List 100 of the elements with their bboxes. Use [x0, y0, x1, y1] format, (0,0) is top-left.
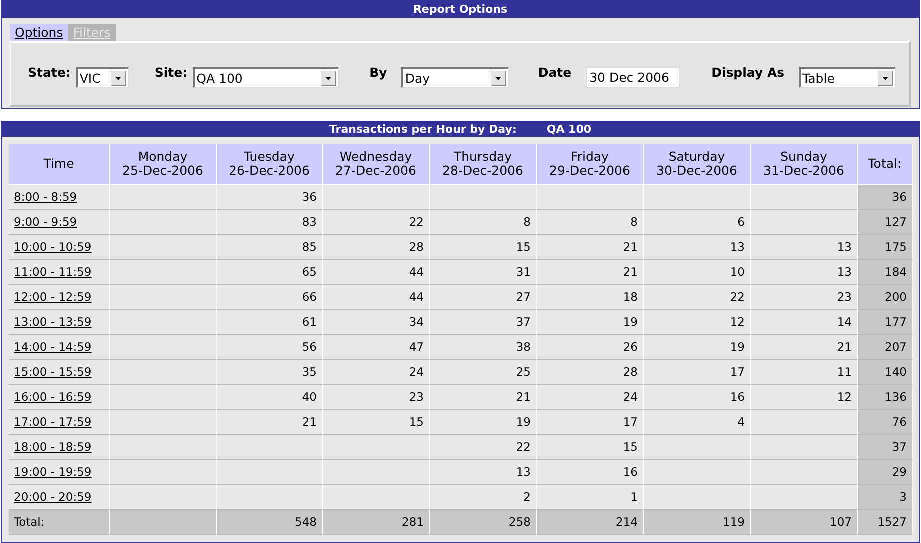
- table-cell: 36: [217, 185, 323, 210]
- table-cell: 17: [644, 360, 751, 385]
- table-cell: 23: [751, 285, 858, 310]
- table-cell: 28: [537, 360, 644, 385]
- table-cell: 13: [644, 235, 751, 260]
- dropdown-arrow-icon: [110, 70, 126, 86]
- time-link[interactable]: 16:00 - 16:59: [14, 390, 92, 404]
- row-total: 207: [858, 335, 913, 360]
- table-cell: 6: [644, 210, 751, 235]
- table-cell: 214: [537, 510, 644, 535]
- tab[interactable]: Options: [10, 24, 68, 41]
- time-link[interactable]: 15:00 - 15:59: [14, 365, 92, 379]
- row-total: 127: [858, 210, 913, 235]
- table-cell: 34: [323, 310, 430, 335]
- table-cell: 44: [323, 260, 430, 285]
- table-cell: 281: [323, 510, 430, 535]
- time-link[interactable]: 13:00 - 13:59: [14, 315, 92, 329]
- table-cell: 24: [323, 360, 430, 385]
- table-cell: 12: [751, 385, 858, 410]
- column-header: Friday 29-Dec-2006: [537, 144, 644, 185]
- table-cell: 56: [217, 335, 323, 360]
- row-total: 76: [858, 410, 913, 435]
- time-link[interactable]: 8:00 - 8:59: [14, 190, 78, 204]
- dropdown-arrow-icon: [878, 70, 893, 86]
- table-cell: 18: [537, 285, 644, 310]
- totals-label: Total:: [9, 510, 110, 535]
- table-cell: 21: [537, 235, 644, 260]
- table-cell: 4: [644, 410, 751, 435]
- table-cell: 21: [217, 410, 323, 435]
- row-total: 36: [858, 185, 913, 210]
- field-label: By: [370, 65, 388, 80]
- row-total: 1527: [858, 510, 913, 535]
- table-cell: 23: [323, 385, 430, 410]
- column-header: Thursday 28-Dec-2006: [430, 144, 537, 185]
- table-cell: 8: [430, 210, 537, 235]
- table-cell: 21: [430, 385, 537, 410]
- row-total: 184: [858, 260, 913, 285]
- column-header: Time: [9, 144, 110, 185]
- table-cell: 1: [537, 485, 644, 510]
- dropdown[interactable]: Day: [401, 67, 510, 88]
- table-cell: 21: [537, 260, 644, 285]
- table-cell: 26: [537, 335, 644, 360]
- table-cell: 15: [323, 410, 430, 435]
- time-link[interactable]: 19:00 - 19:59: [14, 465, 92, 479]
- dropdown-arrow-icon: [491, 70, 506, 86]
- dropdown[interactable]: VIC: [76, 67, 129, 88]
- site-name: QA 100: [546, 122, 592, 137]
- table-cell: 22: [430, 435, 537, 460]
- time-link[interactable]: 12:00 - 12:59: [14, 290, 92, 304]
- table-cell: 19: [430, 410, 537, 435]
- table-cell: 548: [217, 510, 323, 535]
- table-cell: 258: [430, 510, 537, 535]
- table-cell: 66: [217, 285, 323, 310]
- row-total: 3: [858, 485, 913, 510]
- table-cell: 38: [430, 335, 537, 360]
- time-link[interactable]: 11:00 - 11:59: [14, 265, 92, 279]
- field-label: Site:: [154, 65, 188, 80]
- field-label: Date: [538, 65, 572, 80]
- table-cell: 21: [751, 335, 858, 360]
- table-cell: 17: [537, 410, 644, 435]
- dropdown-arrow-icon: [320, 70, 336, 86]
- table-cell: 37: [430, 310, 537, 335]
- time-link[interactable]: 9:00 - 9:59: [14, 215, 78, 229]
- table-cell: 40: [217, 385, 323, 410]
- time-link[interactable]: 14:00 - 14:59: [14, 340, 92, 354]
- table-cell: 47: [323, 335, 430, 360]
- row-total: 136: [858, 385, 913, 410]
- table-cell: 61: [217, 310, 323, 335]
- time-link[interactable]: 18:00 - 18:59: [14, 440, 92, 454]
- table-cell: 10: [644, 260, 751, 285]
- dropdown[interactable]: Table: [798, 67, 896, 88]
- table-title: Transactions per Hour by Day:: [329, 122, 517, 137]
- field-label: Display As: [712, 65, 785, 80]
- row-total: 177: [858, 310, 913, 335]
- column-header: Sunday 31-Dec-2006: [751, 144, 858, 185]
- time-link[interactable]: 17:00 - 17:59: [14, 415, 92, 429]
- table-cell: 13: [751, 260, 858, 285]
- table-cell: 15: [537, 435, 644, 460]
- table-cell: 19: [537, 310, 644, 335]
- table-cell: 83: [217, 210, 323, 235]
- table-cell: 107: [751, 510, 858, 535]
- time-link[interactable]: 20:00 - 20:59: [14, 490, 92, 504]
- panel-title: Report Options: [2, 1, 919, 18]
- column-header: Monday 25-Dec-2006: [110, 144, 217, 185]
- table-cell: 35: [217, 360, 323, 385]
- table-cell: 31: [430, 260, 537, 285]
- dropdown[interactable]: QA 100: [192, 67, 339, 88]
- date-field[interactable]: 30 Dec 2006: [586, 67, 680, 88]
- table-cell: 85: [217, 235, 323, 260]
- time-link[interactable]: 10:00 - 10:59: [14, 240, 92, 254]
- table-cell: 25: [430, 360, 537, 385]
- column-header: Wednesday 27-Dec-2006: [323, 144, 430, 185]
- table-cell: 28: [323, 235, 430, 260]
- row-total: 200: [858, 285, 913, 310]
- table-cell: 2: [430, 485, 537, 510]
- table-cell: 119: [644, 510, 751, 535]
- row-total: 29: [858, 460, 913, 485]
- table-cell: 16: [537, 460, 644, 485]
- table-cell: 8: [537, 210, 644, 235]
- table-cell: 27: [430, 285, 537, 310]
